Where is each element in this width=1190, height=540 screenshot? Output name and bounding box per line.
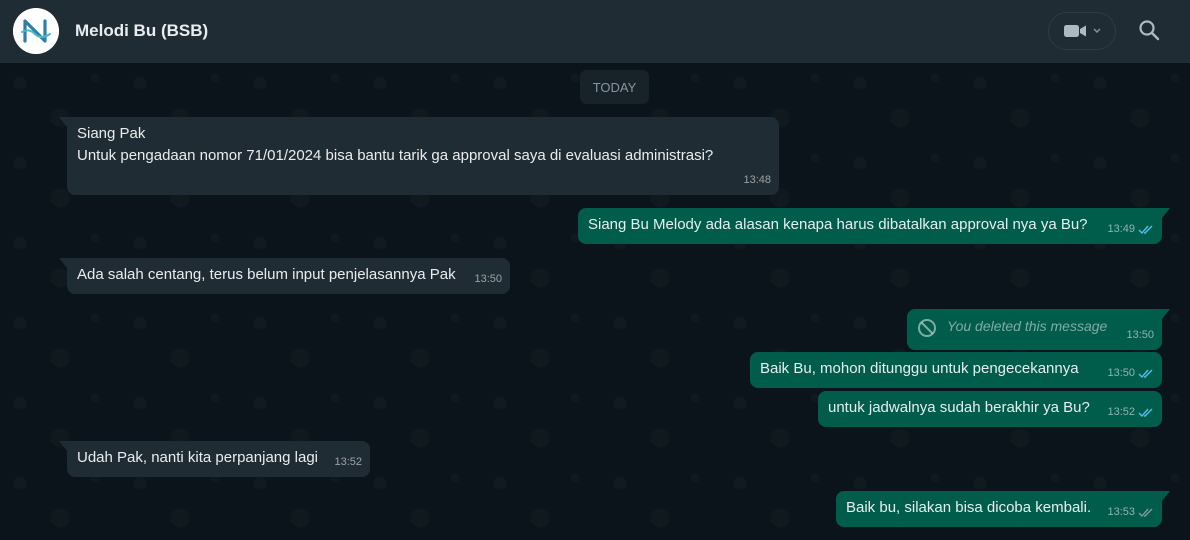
message-incoming[interactable]: Siang Pak Untuk pengadaan nomor 71/01/20… [59,117,779,195]
message-incoming[interactable]: Udah Pak, nanti kita perpanjang lagi 13:… [59,441,370,477]
message-text: untuk jadwalnya sudah berakhir ya Bu? [828,399,1090,416]
message-time: 13:52 [1107,406,1135,418]
message-meta: 13:52 [1107,401,1154,423]
message-outgoing[interactable]: Baik bu, silakan bisa dicoba kembali. 13… [836,491,1170,527]
message-time: 13:49 [1107,223,1135,235]
message-meta: 13:50 [474,268,502,290]
avatar-logo-icon [13,8,59,54]
contact-name[interactable]: Melodi Bu (BSB) [75,21,208,41]
message-meta: 13:48 [743,169,771,191]
message-list[interactable]: TODAY Siang Pak Untuk pengadaan nomor 71… [0,63,1190,540]
message-meta: 13:50 [1126,324,1154,346]
message-outgoing[interactable]: Baik Bu, mohon ditunggu untuk pengecekan… [750,352,1162,388]
chevron-down-icon [1093,28,1101,33]
message-text: Siang Bu Melody ada alasan kenapa harus … [588,216,1088,233]
double-check-read-icon [1138,408,1153,417]
message-text: Untuk pengadaan nomor 71/01/2024 bisa ba… [77,147,714,164]
message-time: 13:52 [334,456,362,468]
search-icon [1139,20,1160,41]
message-outgoing[interactable]: Siang Bu Melody ada alasan kenapa harus … [578,208,1170,244]
message-meta: 13:49 [1107,218,1154,240]
message-text: Udah Pak, nanti kita perpanjang lagi [77,449,318,466]
message-meta: 13:50 [1107,362,1154,384]
double-check-read-icon [1138,369,1153,378]
avatar[interactable] [13,8,59,54]
message-outgoing[interactable]: untuk jadwalnya sudah berakhir ya Bu? 13… [818,391,1162,427]
double-check-sent-icon [1138,508,1153,517]
double-check-read-icon [1138,225,1153,234]
deleted-message-text: You deleted this message [947,318,1108,334]
message-time: 13:48 [743,174,771,186]
video-camera-icon [1064,25,1086,37]
message-time: 13:53 [1107,506,1135,518]
message-text: Baik Bu, mohon ditunggu untuk pengecekan… [760,360,1079,377]
date-divider: TODAY [580,70,649,104]
message-meta: 13:53 [1107,501,1154,523]
blocked-icon [918,319,936,337]
message-deleted[interactable]: You deleted this message 13:50 [907,309,1170,350]
search-button[interactable] [1136,17,1162,43]
message-text: Ada salah centang, terus belum input pen… [77,266,456,283]
chat-header: Melodi Bu (BSB) [0,0,1190,63]
message-incoming[interactable]: Ada salah centang, terus belum input pen… [59,258,510,294]
message-time: 13:50 [474,273,502,285]
message-time: 13:50 [1126,329,1154,341]
video-call-button[interactable] [1048,12,1116,50]
message-text: Siang Pak [77,125,146,142]
message-time: 13:50 [1107,367,1135,379]
message-meta: 13:52 [334,451,362,473]
